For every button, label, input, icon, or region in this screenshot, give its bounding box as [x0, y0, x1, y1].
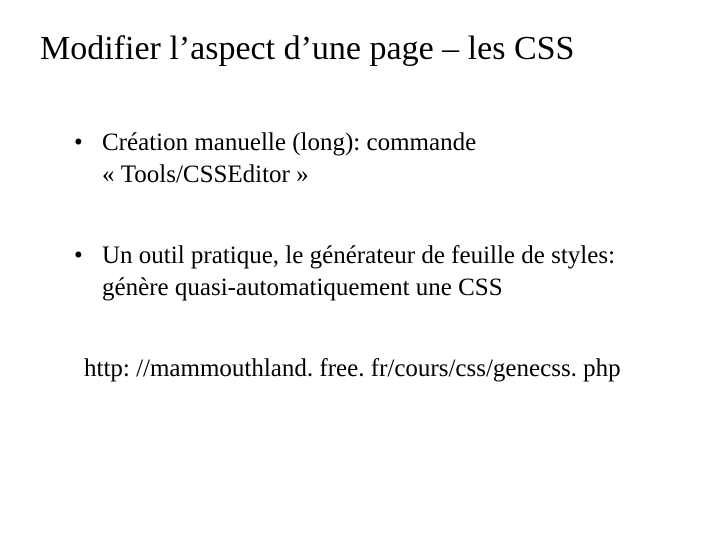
bullet-list: Création manuelle (long): commande « Too…: [40, 127, 680, 305]
link-text: http: //mammouthland. free. fr/cours/css…: [84, 353, 680, 386]
slide: Modifier l’aspect d’une page – les CSS C…: [0, 0, 720, 540]
bullet-item: Un outil pratique, le générateur de feui…: [84, 240, 680, 305]
bullet-item: Création manuelle (long): commande « Too…: [84, 127, 680, 192]
slide-title: Modifier l’aspect d’une page – les CSS: [40, 28, 680, 71]
